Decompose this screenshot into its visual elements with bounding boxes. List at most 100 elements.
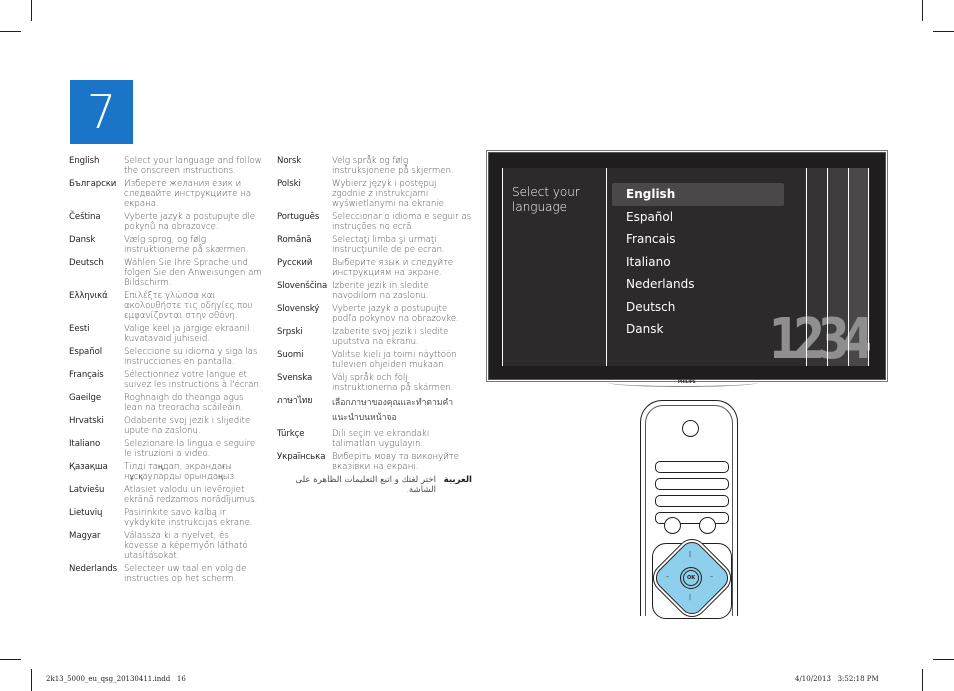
language-instruction: Valitse kieli ja toimi näyttöön tulevien… [332,350,457,370]
language-instruction: اختر لغتك و اتبع التعليمات الظاهرة على ا… [295,475,436,495]
language-entry: Nederlands Selecteer uw taal en volg de i… [69,564,264,584]
language-name: Lietuvių [69,508,103,518]
language-name: Български [69,179,117,189]
language-entry: Suomi Valitse kieli ja toimi näyttöön tul… [277,350,472,370]
language-instruction: Wählen Sie Ihre Sprache und folgen Sie d… [124,258,262,288]
language-name: Türkçe [277,429,305,439]
tv-illustration: 1234 Select your language English Español… [488,152,886,387]
screen-divider [806,168,807,366]
language-entry: Қазақша Тілді таңдап, экрандағы нұсқаулар… [69,462,264,482]
language-name: Dansk [69,235,96,245]
language-instruction: Vælg sprog, og følg instruktionerne på s… [124,235,249,255]
menu-item-nederlands[interactable]: Nederlands [612,273,784,296]
language-name: Suomi [277,350,304,360]
power-button[interactable] [682,420,699,437]
remote-round-button-right[interactable] [699,517,716,534]
language-name: Svenska [277,373,313,383]
language-instruction: Válassza ki a nyelvet, és kövesse a képe… [124,531,248,561]
language-entry: Eesti Valige keel ja järgige ekraanil kuv… [69,324,264,344]
language-entry: Lietuvių Pasirinkite savo kalbą ir vykdyk… [69,508,264,528]
crop-mark [31,669,32,691]
crop-mark [922,0,923,21]
crop-mark [933,31,954,32]
menu-item-francais[interactable]: Francais [612,228,784,251]
menu-item-italiano[interactable]: Italiano [612,251,784,274]
language-instruction: Изберете желания език и следвайте инстру… [124,179,252,209]
language-instruction: Pasirinkite savo kalbą ir vykdykite inst… [124,508,253,528]
screen-divider [848,168,849,366]
language-entry: Čeština Vyberte jazyk a postupujte dle po… [69,212,264,232]
remote-bar-button[interactable] [655,478,729,490]
language-entry: English Select your language and follow t… [69,156,264,176]
language-instruction: Тілді таңдап, экрандағы нұсқауларды орын… [124,462,237,482]
arrow-up-icon[interactable]: | [689,552,691,558]
language-name: Deutsch [69,258,104,268]
language-entry: Українська Виберіть мову та виконуйте вка… [277,452,472,472]
language-entry: Polski Wybierz język i postępuj zgodnie z… [277,179,472,209]
language-instruction: Sélectionnez votre langue et suivez les … [124,370,262,390]
tv-bezel: 1234 Select your language English Español… [488,152,886,380]
arrow-down-icon[interactable]: | [689,595,691,601]
crop-mark [31,0,32,21]
language-instruction: Izaberite svoj jezik i sledite uputstva … [332,327,449,347]
ok-button[interactable]: OK [680,567,702,589]
language-name: Polski [277,179,301,189]
language-instruction: Roghnaigh do theanga agus lean na treora… [124,393,244,413]
screen-divider [868,168,869,366]
language-instruction: Select your language and follow the onsc… [124,156,262,176]
language-entry: Español Seleccione su idioma y siga las i… [69,347,264,367]
language-instruction: Izberite jezik in sledite navodilom na z… [332,281,429,301]
remote-bar-button[interactable] [655,461,729,473]
language-instruction: Dili seçin ve ekrandaki talimatları uygu… [332,429,430,449]
language-name: Ελληνικά [69,291,108,301]
language-name: Українська [277,452,326,462]
tv-brand-logo: PHILIPS [678,379,696,384]
language-entry: Slovenščina Izberite jezik in sledite nav… [277,281,472,301]
language-name: Español [69,347,103,357]
step-number-badge: 7 [70,80,133,144]
language-entry: Svenska Välj språk och följ instruktioner… [277,373,472,393]
screen-divider [606,168,607,366]
language-entry: Srpski Izaberite svoj jezik i sledite upu… [277,327,472,347]
language-name: Čeština [69,212,101,222]
screen-heading: Select your language [512,185,580,214]
language-name: Қазақша [69,462,108,472]
screen-divider [827,168,828,366]
menu-item-dansk[interactable]: Dansk [612,318,784,341]
language-entry: العربية اختر لغتك و اتبع التعليمات الظاهر… [277,475,472,495]
crop-mark [933,659,954,660]
language-name: Srpski [277,327,303,337]
menu-item-deutsch[interactable]: Deutsch [612,296,784,319]
language-instruction: Selezionare la lingua e seguire le istru… [124,439,256,459]
menu-item-english[interactable]: English [612,183,784,206]
screen-divider [502,168,503,366]
language-entry: Türkçe Dili seçin ve ekrandaki talimatlar… [277,429,472,449]
language-name: Norsk [277,156,302,166]
language-entry: Deutsch Wählen Sie Ihre Sprache und folge… [69,258,264,288]
language-name: Gaeilge [69,393,102,403]
footer-timestamp: 4/10/2013 3:52:18 PM [795,675,879,683]
language-instruction: Atlasiet valodu un ievērojiet ekrānā red… [124,485,258,505]
language-instruction: Vyberte jazyk a postupujte podľa pokynov… [332,304,459,324]
remote-round-button-left[interactable] [664,517,681,534]
crop-mark [0,659,21,660]
language-name: Latviešu [69,485,105,495]
language-name: ภาษาไทย [277,396,313,406]
language-name: English [69,156,100,166]
arrow-left-icon[interactable]: – [666,574,669,580]
arrow-right-icon[interactable]: – [710,574,713,580]
language-instruction: Valige keel ja järgige ekraanil kuvatava… [124,324,250,344]
language-instruction: Seleccione su idioma y siga las instrucc… [124,347,258,367]
language-name: Русский [277,258,313,268]
language-instruction: Välj språk och följ instruktionerna på s… [332,373,454,393]
remote-bar-button[interactable] [655,495,729,507]
menu-item-español[interactable]: Español [612,206,784,229]
language-entry: Français Sélectionnez votre langue et sui… [69,370,264,390]
language-instruction: Selecteer uw taal en volg de instructies… [124,564,247,584]
language-entry: Norsk Velg språk og følg instruksjonene p… [277,156,472,176]
language-name: Français [69,370,104,380]
language-entry: Magyar Válassza ki a nyelvet, és kövesse … [69,531,264,561]
language-entry: Română Selectaţi limba şi urmaţi instrucţ… [277,235,472,255]
language-instruction: Vyberte jazyk a postupujte dle pokynů na… [124,212,256,232]
language-menu: English Español Francais Italiano Nederlands… [612,183,784,341]
